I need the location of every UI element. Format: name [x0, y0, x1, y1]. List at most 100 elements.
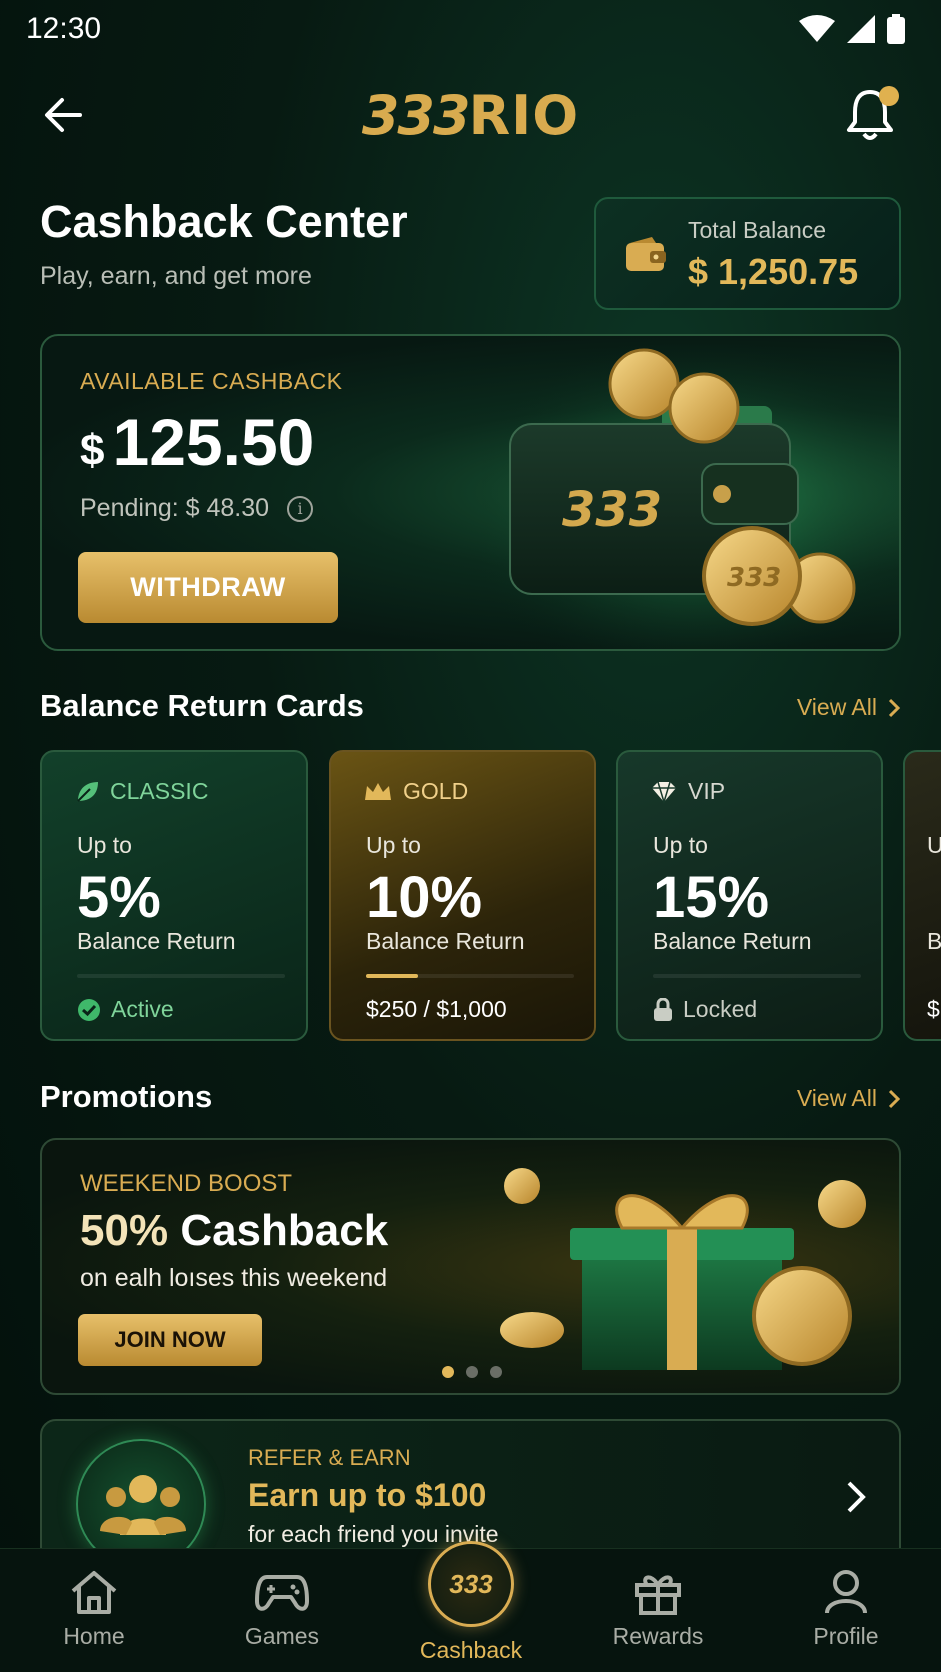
promo-sub: on ealh loıses this weekend [80, 1264, 388, 1292]
promo-headline-pct: 50% [80, 1206, 169, 1255]
card-partial[interactable]: U B $ [903, 750, 941, 1041]
card-status-text: $250 / $1,000 [366, 996, 507, 1022]
status-time: 12:30 [26, 12, 102, 45]
logo-number: 333 [361, 84, 471, 147]
card-progress-bar [77, 974, 285, 978]
refer-headline: Earn up to $100 [248, 1477, 487, 1513]
wallet-coins-illustration: 333 333 [482, 336, 899, 649]
page-subtitle: Play, earn, and get more [40, 262, 312, 290]
bottom-nav: Home Games 333 Cashback Rewards Profile [0, 1541, 941, 1672]
promo-banner[interactable]: WEEKEND BOOST 50% Cashback on ealh loıse… [40, 1138, 901, 1395]
diamond-icon [652, 781, 676, 804]
card-status: $ [927, 996, 940, 1023]
battery-icon [887, 14, 905, 44]
tier-label: GOLD [403, 778, 469, 804]
balance-cards-view-all[interactable]: View All [797, 694, 901, 721]
promotions-view-all[interactable]: View All [797, 1085, 901, 1112]
promo-label: WEEKEND BOOST [80, 1170, 293, 1197]
card-status: Active [77, 996, 174, 1023]
wallet-brand-text: 333 [562, 482, 662, 538]
cashback-currency: $ [80, 426, 105, 475]
logo-word: RIO [468, 84, 580, 147]
wifi-icon [799, 15, 835, 42]
tier-label: CLASSIC [110, 778, 209, 804]
notification-dot [879, 86, 899, 106]
tier-gold: GOLD [363, 778, 468, 805]
check-circle-icon [78, 998, 100, 1021]
nav-label: Games [244, 1623, 320, 1649]
card-progress-bar [366, 974, 574, 978]
users-icon [100, 1475, 186, 1535]
card-desc: Balance Return [77, 928, 236, 954]
wallet-icon [626, 237, 666, 271]
chevron-right-icon[interactable] [845, 1479, 867, 1515]
card-status-text: Active [111, 996, 174, 1022]
card-upto: U [927, 832, 941, 859]
card-desc: Balance Return [653, 928, 812, 954]
chevron-right-icon [888, 698, 901, 717]
nav-rewards[interactable]: Rewards [598, 1569, 718, 1650]
info-icon[interactable]: i [287, 495, 314, 522]
card-status-text: Locked [683, 996, 758, 1022]
carousel-dot[interactable] [490, 1366, 502, 1378]
card-percent: 15% [653, 865, 770, 930]
cashback-label: AVAILABLE CASHBACK [80, 368, 343, 394]
view-all-label: View All [796, 1085, 877, 1111]
card-desc: Balance Return [366, 928, 525, 954]
leaf-icon [77, 781, 98, 802]
card-vip[interactable]: VIP Up to 15% Balance Return Locked [616, 750, 883, 1041]
nav-cashback-label[interactable]: Cashback [400, 1637, 542, 1664]
pending-text: Pending: $ 48.30 [80, 494, 270, 522]
user-icon [825, 1570, 867, 1614]
coin-brand-text: 333 [727, 563, 781, 593]
promo-headline-text: Cashback [180, 1206, 389, 1255]
promo-headline: 50% Cashback [80, 1206, 388, 1256]
card-progress-fill [366, 974, 418, 978]
balance-cards-title: Balance Return Cards [40, 688, 364, 723]
join-now-button[interactable]: JOIN NOW [78, 1314, 262, 1366]
total-balance-box[interactable]: Total Balance $ 1,250.75 [594, 197, 901, 310]
card-status: Locked [653, 996, 757, 1023]
status-bar: 12:30 [0, 0, 941, 58]
withdraw-button[interactable]: WITHDRAW [78, 552, 338, 623]
carousel-dot[interactable] [466, 1366, 478, 1378]
card-percent: 10% [366, 865, 483, 930]
tier-label: VIP [688, 778, 726, 804]
card-desc: B [927, 928, 941, 954]
nav-cashback-badge[interactable]: 333 [428, 1541, 514, 1627]
cashback-amount-value: 125.50 [112, 405, 315, 479]
status-icons [799, 14, 905, 44]
card-upto: Up to [653, 832, 708, 858]
card-status-text: $ [927, 996, 940, 1022]
carousel-dots[interactable] [442, 1366, 502, 1378]
card-classic[interactable]: CLASSIC Up to 5% Balance Return Active [40, 750, 308, 1041]
tier-classic: CLASSIC [74, 778, 208, 805]
card-upto: Up to [77, 832, 132, 858]
app-screen: 12:30 333RIO Cashback Center Play, earn,… [0, 0, 941, 1672]
crown-icon [365, 782, 391, 800]
nav-profile[interactable]: Profile [786, 1569, 906, 1650]
lock-icon [654, 997, 672, 1021]
gift-icon [635, 1575, 681, 1615]
notifications-button[interactable] [845, 86, 901, 146]
promotions-title: Promotions [40, 1079, 213, 1114]
card-progress-bar [653, 974, 861, 978]
gamepad-icon [255, 1575, 309, 1611]
available-cashback-card: AVAILABLE CASHBACK $125.50 Pending: $ 48… [40, 334, 901, 651]
home-icon [71, 1571, 117, 1614]
page-title: Cashback Center [40, 196, 408, 247]
app-logo: 333RIO [0, 84, 941, 147]
card-gold[interactable]: GOLD Up to 10% Balance Return $250 / $1,… [329, 750, 596, 1041]
nav-home[interactable]: Home [34, 1569, 154, 1650]
chevron-right-icon [888, 1089, 901, 1108]
carousel-dot[interactable] [442, 1366, 454, 1378]
nav-label: Home [63, 1623, 125, 1649]
nav-games[interactable]: Games [222, 1569, 342, 1650]
signal-icon [847, 15, 875, 43]
card-upto: Up to [366, 832, 421, 858]
refer-label: REFER & EARN [248, 1445, 411, 1470]
gift-box-illustration [500, 1168, 866, 1370]
cashback-pending: Pending: $ 48.30 i [80, 494, 314, 523]
total-balance-value: $ 1,250.75 [688, 251, 859, 292]
cashback-amount: $125.50 [80, 404, 314, 480]
